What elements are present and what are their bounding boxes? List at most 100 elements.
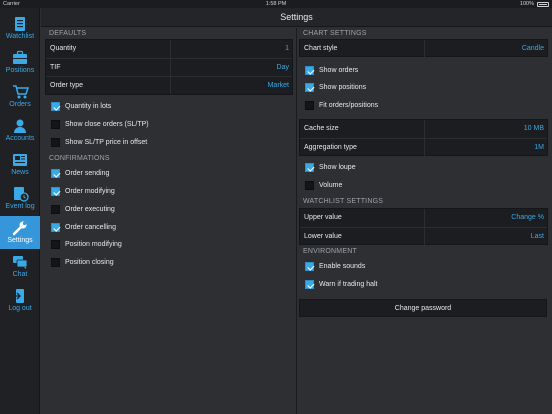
sidebar: Watchlist Positions Orders Accounts News… (0, 8, 40, 414)
upper-value-row[interactable]: Upper value Change % (300, 209, 547, 227)
order-type-label: Order type (50, 82, 84, 89)
wrench-icon (11, 220, 29, 236)
sidebar-item-log-out[interactable]: Log out (0, 284, 40, 317)
toggle-label: Fit orders/positions (319, 102, 379, 109)
row-separator (424, 228, 425, 245)
toggle-label: Show positions (319, 84, 367, 91)
chart-style-value[interactable]: Candle (522, 45, 544, 52)
status-bar: Carrier 1:58 PM 100% (0, 0, 552, 8)
chart-style-row[interactable]: Chart style Candle (300, 40, 547, 58)
checkbox[interactable] (51, 138, 60, 147)
newspaper-icon (11, 152, 29, 168)
checkbox[interactable] (305, 66, 314, 75)
toggle-label: Quantity in lots (65, 103, 112, 110)
row-separator (424, 120, 425, 138)
checkbox[interactable] (51, 102, 60, 111)
checkbox[interactable] (51, 258, 60, 267)
user-icon (11, 118, 29, 134)
briefcase-icon (11, 50, 29, 66)
sidebar-item-positions[interactable]: Positions (0, 46, 40, 79)
sidebar-item-label: Positions (5, 67, 35, 74)
sidebar-item-chat[interactable]: Chat (0, 250, 40, 283)
checkbox[interactable] (305, 101, 314, 110)
chart-style-label: Chart style (304, 45, 338, 52)
section-watchlist-settings-heading: WATCHLIST SETTINGS (303, 198, 384, 205)
toggle-label: Position closing (65, 259, 114, 266)
sidebar-item-label: Event log (5, 203, 35, 210)
section-environment-heading: ENVIRONMENT (303, 248, 357, 255)
sidebar-item-label: News (11, 169, 29, 176)
checkbox[interactable] (305, 163, 314, 172)
upper-value-label: Upper value (304, 214, 342, 221)
toggle-label: Show close orders (SL/TP) (65, 121, 149, 128)
sidebar-item-label: Watchlist (5, 33, 35, 40)
sidebar-item-news[interactable]: News (0, 148, 40, 181)
change-password-button[interactable]: Change password (299, 299, 547, 317)
defaults-group: Quantity 1 TIF Day Order type Market (45, 39, 293, 95)
section-confirmations-heading: CONFIRMATIONS (49, 155, 110, 162)
lower-value-row[interactable]: Lower value Last (300, 227, 547, 245)
row-separator (170, 59, 171, 76)
lower-value-label: Lower value (304, 233, 342, 240)
toggle-label: Position modifying (65, 241, 122, 248)
chart-style-group: Chart style Candle (299, 39, 548, 58)
lower-value-value[interactable]: Last (531, 233, 544, 240)
tif-label: TIF (50, 64, 61, 71)
event-log-icon (11, 186, 29, 202)
sidebar-item-settings[interactable]: Settings (0, 216, 40, 249)
checkbox[interactable] (51, 187, 60, 196)
toggle-label: Order modifying (65, 188, 115, 195)
checkbox[interactable] (51, 120, 60, 129)
cache-size-value[interactable]: 10 MB (524, 125, 544, 132)
cart-icon (11, 84, 30, 100)
section-defaults-heading: DEFAULTS (49, 30, 87, 37)
checkbox[interactable] (305, 262, 314, 271)
quantity-row[interactable]: Quantity 1 (46, 40, 292, 58)
aggregation-type-label: Aggregation type (304, 144, 357, 151)
sidebar-item-event-log[interactable]: Event log (0, 182, 40, 215)
sidebar-item-watchlist[interactable]: Watchlist (0, 12, 40, 45)
toggle-label: Order cancelling (65, 224, 116, 231)
watchlist-icon (11, 16, 29, 32)
checkbox[interactable] (51, 169, 60, 178)
header-bar: Settings (41, 8, 552, 27)
toggle-label: Volume (319, 182, 343, 189)
aggregation-type-value[interactable]: 1M (534, 144, 544, 151)
upper-value-value[interactable]: Change % (511, 214, 544, 221)
order-type-row[interactable]: Order type Market (46, 76, 292, 94)
battery-percent: 100% (519, 1, 534, 7)
clock-label: 1:58 PM (265, 1, 287, 7)
sidebar-item-orders[interactable]: Orders (0, 80, 40, 113)
left-settings-column: DEFAULTS Quantity 1 TIF Day Order type M… (45, 28, 293, 414)
page-title: Settings (280, 12, 313, 22)
tif-row[interactable]: TIF Day (46, 58, 292, 76)
quantity-value[interactable]: 1 (285, 45, 289, 52)
toggle-label: Order executing (65, 206, 115, 213)
cache-size-row[interactable]: Cache size 10 MB (300, 120, 547, 138)
logout-icon (11, 288, 29, 304)
sidebar-item-label: Accounts (5, 135, 35, 142)
right-settings-column: CHART SETTINGS Chart style Candle Show o… (299, 28, 548, 414)
checkbox[interactable] (51, 223, 60, 232)
toggle-label: Warn if trading halt (319, 281, 378, 288)
sidebar-item-accounts[interactable]: Accounts (0, 114, 40, 147)
row-separator (170, 77, 171, 94)
tif-value[interactable]: Day (277, 64, 289, 71)
checkbox[interactable] (51, 205, 60, 214)
battery-icon (537, 1, 549, 7)
toggle-label: Enable sounds (319, 263, 366, 270)
order-type-value[interactable]: Market (268, 82, 289, 89)
row-separator (424, 139, 425, 156)
checkbox[interactable] (305, 83, 314, 92)
column-divider (296, 28, 297, 414)
chat-icon (11, 254, 29, 270)
sidebar-item-label: Settings (7, 237, 33, 244)
checkbox[interactable] (51, 240, 60, 249)
toggle-label: Show orders (319, 67, 359, 74)
aggregation-type-row[interactable]: Aggregation type 1M (300, 138, 547, 156)
checkbox[interactable] (305, 280, 314, 289)
cache-size-label: Cache size (304, 125, 339, 132)
checkbox[interactable] (305, 181, 314, 190)
quantity-label: Quantity (50, 45, 77, 52)
row-separator (424, 40, 425, 58)
